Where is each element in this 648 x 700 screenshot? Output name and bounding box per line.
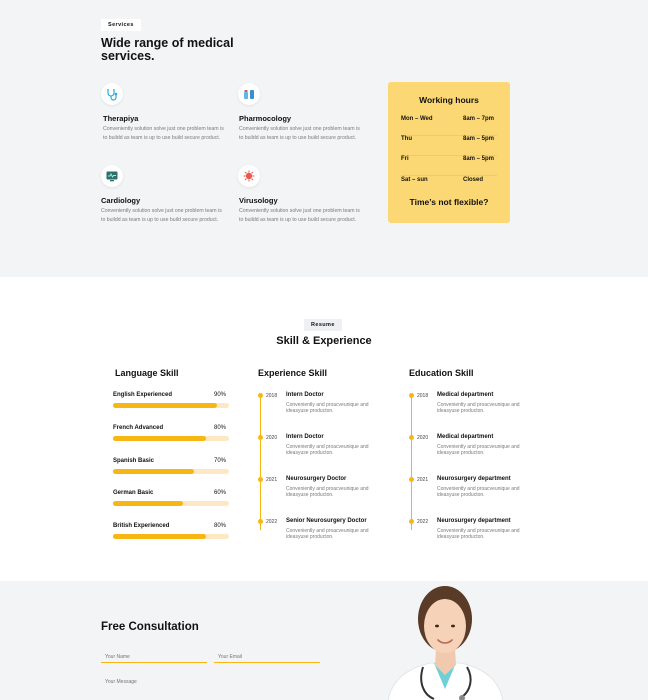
message-field[interactable]	[101, 673, 320, 687]
skill-progress-track	[113, 403, 229, 408]
timeline-dot	[258, 519, 263, 524]
skill-progress-fill	[113, 469, 195, 474]
education-skill-title: Education Skill	[409, 368, 474, 378]
timeline-year: 2022	[266, 519, 278, 525]
services-section: Services Wide range of medical services.…	[0, 0, 648, 277]
hours-row: Sat – sun Closed	[401, 177, 497, 197]
hours-time: Closed	[463, 177, 484, 183]
skill-name: Spanish Basic	[113, 458, 155, 464]
virus-icon	[238, 165, 260, 187]
hours-row: Mon – Wed 8am – 7pm	[401, 116, 497, 136]
working-hours-title: Working hours	[419, 95, 479, 105]
resume-title: Skill & Experience	[276, 335, 372, 347]
hours-time: 8am – 5pm	[463, 156, 495, 162]
hours-day: Fri	[401, 156, 409, 162]
service-name: Pharmocology	[239, 114, 292, 123]
language-skill-title: Language Skill	[115, 368, 179, 378]
timeline-dot	[409, 393, 414, 398]
hours-row: Fri 8am – 5pm	[401, 156, 497, 176]
doctor-photo	[387, 586, 504, 700]
services-tag: Services	[101, 19, 141, 31]
consultation-title: Free Consultation	[101, 621, 199, 633]
experience-skill-title: Experience Skill	[258, 368, 328, 378]
service-desc: Conveniently solution solve just one pro…	[103, 126, 224, 142]
timeline-year: 2021	[417, 477, 429, 483]
skill-progress-fill	[113, 403, 218, 408]
hours-flexible-link[interactable]: Time’s not flexible?	[388, 197, 510, 207]
timeline-year: 2022	[417, 519, 429, 525]
service-name: Therapiya	[103, 114, 139, 123]
timeline-title: Senior Neurosurgery Doctor	[286, 518, 367, 524]
service-desc: Conveniently solution solve just one pro…	[239, 208, 360, 224]
timeline-year: 2021	[266, 477, 278, 483]
service-name: Cardiology	[101, 196, 141, 205]
timeline-title: Neurosurgery department	[437, 518, 511, 524]
skill-name: French Advanced	[113, 425, 164, 431]
timeline-title: Medical department	[437, 434, 494, 440]
working-hours-card: Working hours Mon – Wed 8am – 7pm Thu 8a…	[388, 82, 510, 223]
service-desc: Conveniently solution solve just one pro…	[101, 208, 222, 224]
timeline-dot	[258, 393, 263, 398]
service-desc: Conveniently solution solve just one pro…	[239, 126, 360, 142]
email-field[interactable]	[214, 649, 320, 663]
hours-time: 8am – 7pm	[463, 116, 495, 122]
skill-progress-track	[113, 436, 229, 441]
timeline-desc: Conveniently and proacveunique and ideas…	[437, 486, 520, 499]
timeline-year: 2018	[266, 393, 278, 399]
timeline-title: Intern Doctor	[286, 392, 324, 398]
hours-time: 8am – 5pm	[463, 136, 495, 142]
consultation-section: Free Consultation	[0, 581, 648, 700]
timeline-dot	[258, 435, 263, 440]
hours-day: Mon – Wed	[401, 116, 433, 122]
skill-progress-fill	[113, 436, 206, 441]
timeline-dot	[409, 477, 414, 482]
timeline-title: Neurosurgery department	[437, 476, 511, 482]
experience-timeline-line	[260, 395, 261, 530]
skill-percent: 80%	[213, 523, 226, 529]
timeline-title: Medical department	[437, 392, 494, 398]
timeline-dot	[258, 477, 263, 482]
skill-progress-fill	[113, 534, 206, 539]
timeline-desc: Conveniently and proacveunique and ideas…	[437, 444, 520, 457]
timeline-title: Neurosurgery Doctor	[286, 476, 347, 482]
pills-icon	[238, 83, 260, 105]
skill-name: English Experienced	[113, 392, 173, 398]
education-timeline-line	[411, 395, 412, 530]
timeline-year: 2020	[266, 435, 278, 441]
heart-monitor-icon	[101, 165, 123, 187]
skill-progress-track	[113, 534, 229, 539]
timeline-desc: Conveniently and proacveunique and ideas…	[286, 486, 369, 499]
timeline-desc: Conveniently and proacveunique and ideas…	[286, 444, 369, 457]
skill-progress-track	[113, 501, 229, 506]
timeline-dot	[409, 519, 414, 524]
timeline-year: 2020	[417, 435, 429, 441]
hours-row: Thu 8am – 5pm	[401, 136, 497, 156]
timeline-dot	[409, 435, 414, 440]
skill-percent: 80%	[213, 425, 226, 431]
hours-day: Thu	[401, 136, 412, 142]
resume-tag: Resume	[304, 319, 342, 331]
timeline-desc: Conveniently and proacveunique and ideas…	[286, 528, 369, 541]
services-title: Wide range of medical services.	[101, 36, 234, 63]
name-field[interactable]	[101, 649, 207, 663]
stethoscope-icon	[101, 83, 123, 105]
skill-progress-track	[113, 469, 229, 474]
timeline-title: Intern Doctor	[286, 434, 324, 440]
skill-name: British Experienced	[113, 523, 170, 529]
hours-day: Sat – sun	[401, 177, 428, 183]
timeline-desc: Conveniently and proacveunique and ideas…	[437, 528, 520, 541]
timeline-desc: Conveniently and proacveunique and ideas…	[437, 402, 520, 415]
timeline-desc: Conveniently and proacveunique and ideas…	[286, 402, 369, 415]
skill-percent: 60%	[213, 490, 226, 496]
skill-progress-fill	[113, 501, 183, 506]
skill-percent: 90%	[213, 392, 226, 398]
service-name: Virusology	[239, 196, 278, 205]
skill-percent: 70%	[213, 458, 226, 464]
timeline-year: 2018	[417, 393, 429, 399]
skill-name: German Basic	[113, 490, 154, 496]
